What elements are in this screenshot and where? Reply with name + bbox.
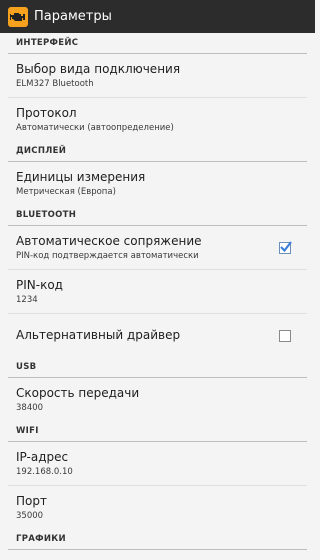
engine-warning-icon[interactable] bbox=[8, 6, 28, 27]
checkmark-icon bbox=[280, 240, 292, 252]
pref-summary: Метрическая (Европа) bbox=[16, 186, 116, 197]
pref-port[interactable]: Порт 35000 bbox=[0, 486, 315, 529]
pref-summary: ELM327 Bluetooth bbox=[16, 78, 94, 89]
pref-title: Единицы измерения bbox=[16, 169, 146, 184]
pref-summary: Автоматически (автоопределение) bbox=[16, 122, 174, 133]
pref-summary: 1234 bbox=[16, 294, 38, 305]
pref-baud-rate[interactable]: Скорость передачи 38400 bbox=[0, 378, 315, 421]
pref-title: IP-адрес bbox=[16, 449, 69, 464]
pref-summary: 192.168.0.10 bbox=[16, 466, 73, 477]
page-title: Параметры bbox=[34, 9, 112, 24]
action-bar: Параметры bbox=[0, 0, 315, 33]
alt-driver-checkbox[interactable] bbox=[279, 329, 291, 342]
pref-protocol[interactable]: Протокол Автоматически (автоопределение) bbox=[0, 98, 315, 141]
category-wifi: WIFI bbox=[16, 426, 39, 436]
pref-title: Автоматическое сопряжение bbox=[16, 233, 202, 248]
category-interface: ИНТЕРФЕЙС bbox=[16, 38, 79, 48]
pref-title: Выбор вида подключения bbox=[16, 61, 181, 76]
pref-title: Альтернативный драйвер bbox=[16, 328, 181, 342]
pref-title: PIN-код bbox=[16, 277, 63, 292]
pref-summary: 35000 bbox=[16, 510, 44, 521]
category-divider bbox=[8, 549, 307, 550]
pref-units[interactable]: Единицы измерения Метрическая (Европа) bbox=[0, 162, 315, 205]
pref-title: Скорость передачи bbox=[16, 385, 140, 400]
category-graphics: ГРАФИКИ bbox=[16, 534, 66, 544]
pref-pin[interactable]: PIN-код 1234 bbox=[0, 270, 315, 313]
pref-title: Порт bbox=[16, 493, 47, 508]
settings-list[interactable]: ИНТЕРФЕЙС Выбор вида подключения ELM327 … bbox=[0, 33, 315, 560]
pref-ip-address[interactable]: IP-адрес 192.168.0.10 bbox=[0, 442, 315, 485]
pref-summary: 38400 bbox=[16, 402, 44, 413]
pref-connection-type[interactable]: Выбор вида подключения ELM327 Bluetooth bbox=[0, 54, 315, 97]
pref-auto-pair[interactable]: Автоматическое сопряжение PIN-код подтве… bbox=[0, 226, 315, 269]
pref-summary: PIN-код подтверждается автоматически bbox=[16, 250, 199, 261]
auto-pair-checkbox[interactable] bbox=[279, 240, 292, 254]
pref-title: Протокол bbox=[16, 105, 77, 120]
category-usb: USB bbox=[16, 362, 37, 372]
category-bluetooth: BLUETOOTH bbox=[16, 210, 77, 220]
pref-alt-driver[interactable]: Альтернативный драйвер bbox=[0, 314, 315, 357]
category-display: ДИСПЛЕЙ bbox=[16, 146, 67, 156]
